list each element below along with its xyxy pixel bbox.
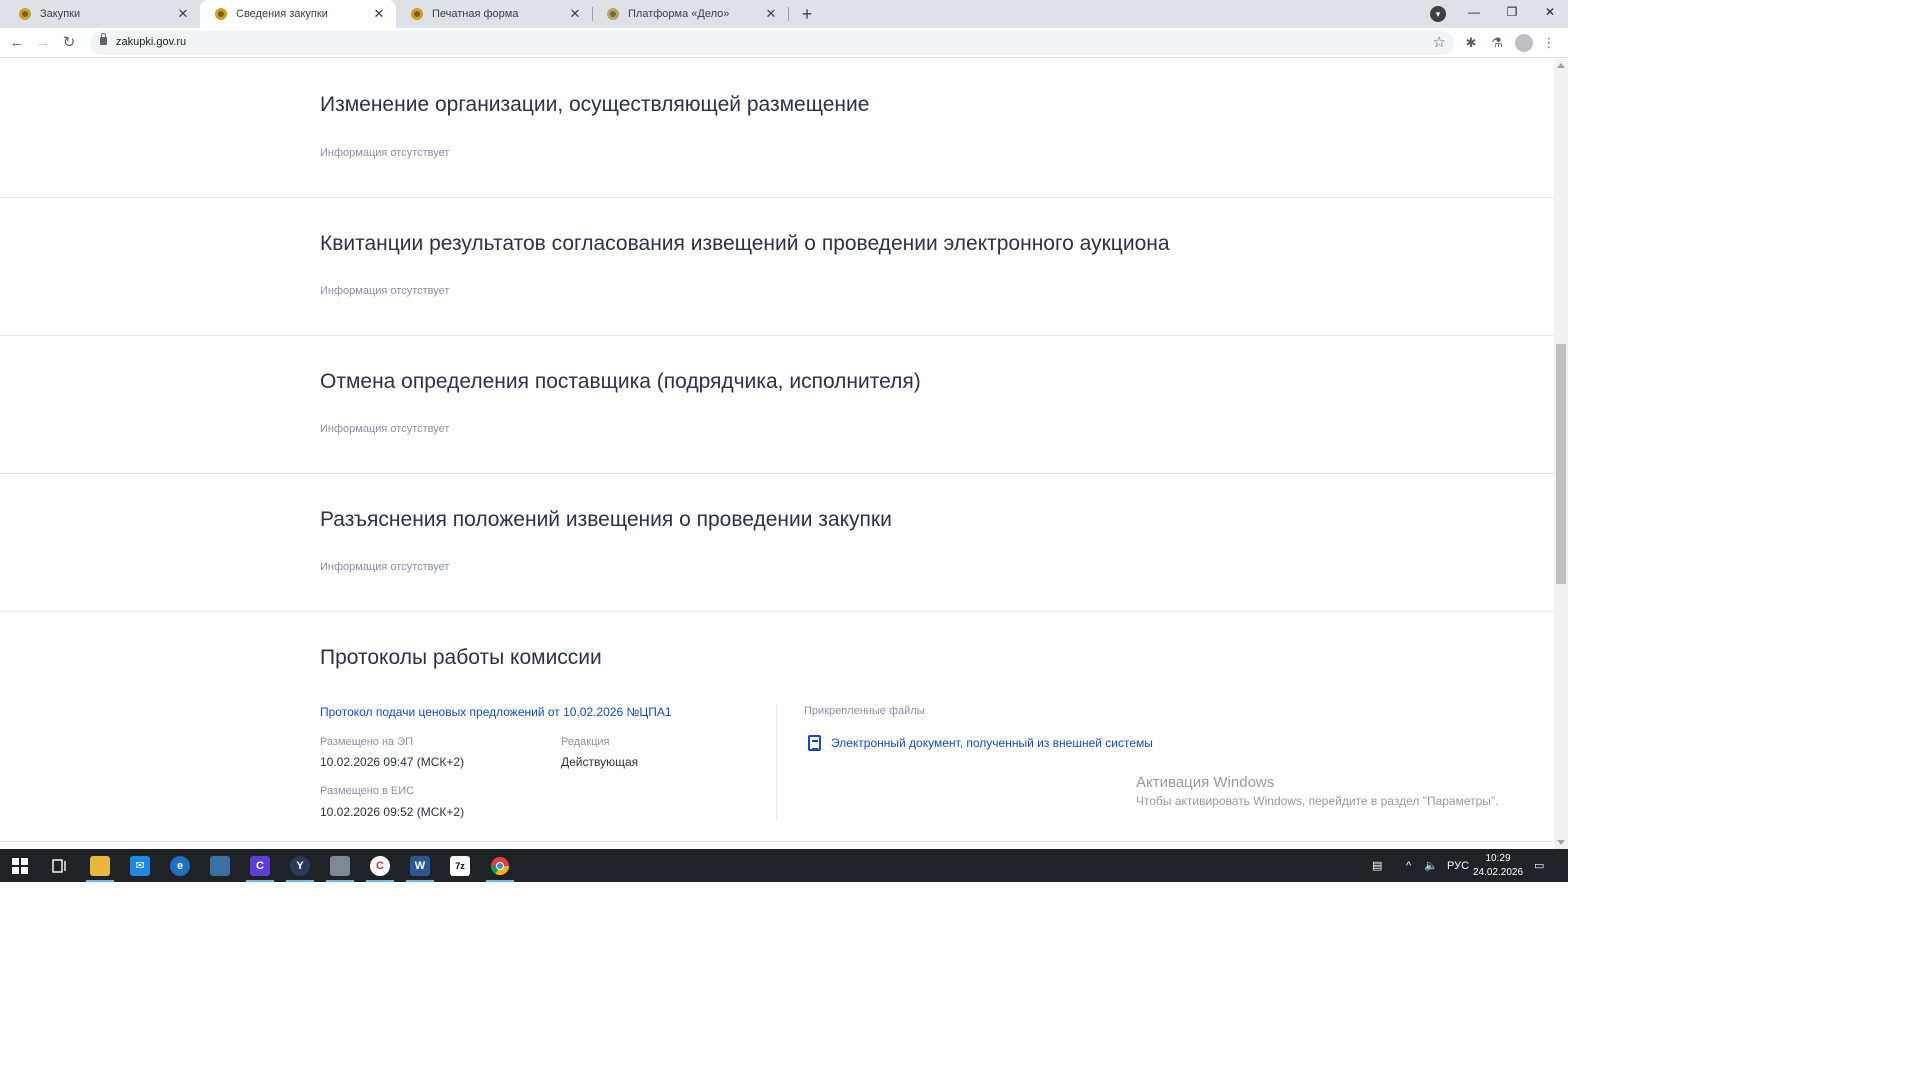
document-icon — [808, 735, 821, 751]
clock-time: 10:29 — [1485, 853, 1511, 864]
taskbar-clock[interactable]: 10:29 24.02.2026 — [1470, 852, 1526, 880]
windows-taskbar: ✉ e C Y C W 7z ▤ ^ 🔈 РУС 10:29 24.02.202… — [0, 849, 1568, 882]
forward-arrow-icon[interactable]: → — [33, 33, 53, 53]
tab-platforma-delo[interactable]: Платформа «Дело» ✕ — [592, 0, 788, 28]
extensions-puzzle-icon[interactable]: ✱ — [1462, 34, 1480, 52]
address-bar[interactable]: zakupki.gov.ru ☆ — [90, 31, 1454, 55]
section-cancellation: Отмена определения поставщика (подрядчик… — [0, 336, 1554, 474]
emblem-icon — [410, 7, 424, 21]
tab-title: Платформа «Дело» — [628, 8, 730, 20]
edge-browser-icon[interactable]: e — [160, 849, 200, 882]
bookmark-star-icon[interactable]: ☆ — [1433, 33, 1446, 51]
restore-icon[interactable]: ❐ — [1494, 0, 1530, 28]
volume-icon[interactable]: 🔈 — [1424, 849, 1438, 882]
word-icon[interactable]: W — [400, 849, 440, 882]
file-link[interactable]: Электронный документ, полученный из внеш… — [831, 736, 1153, 750]
page-scrollbar[interactable] — [1554, 59, 1568, 849]
menu-dots-icon[interactable]: ⋮ — [1540, 34, 1558, 52]
scrollbar-thumb[interactable] — [1556, 344, 1566, 584]
emblem-icon — [18, 7, 32, 21]
attached-files-label: Прикрепленные файлы — [804, 705, 925, 717]
7zip-icon[interactable]: 7z — [440, 849, 480, 882]
url-text: zakupki.gov.ru — [116, 36, 187, 48]
activation-watermark-title: Активация Windows — [1136, 774, 1275, 791]
tab-close-icon[interactable]: ✕ — [568, 6, 582, 22]
minimize-icon[interactable]: — — [1456, 0, 1492, 28]
news-widget-icon[interactable]: ▤ — [1372, 849, 1382, 882]
page-content: Изменение организации, осуществляющей ра… — [0, 59, 1554, 849]
file-explorer-icon[interactable] — [80, 849, 120, 882]
language-indicator[interactable]: РУС — [1447, 849, 1469, 882]
tray-chevron-icon[interactable]: ^ — [1406, 849, 1411, 882]
yandex-browser-icon[interactable]: Y — [280, 849, 320, 882]
tab-zakupki[interactable]: Закупки ✕ — [4, 0, 200, 28]
browser-toolbar: ← → ↻ zakupki.gov.ru ☆ ✱ ⚗ ⋮ — [0, 28, 1568, 58]
lock-icon — [100, 33, 107, 45]
section-title: Протоколы работы комиссии — [320, 646, 602, 669]
labs-flask-icon[interactable]: ⚗ — [1488, 34, 1506, 52]
tab-separator — [788, 7, 789, 21]
notification-center-icon[interactable]: ▭ — [1534, 849, 1544, 882]
profile-avatar-icon[interactable] — [1515, 34, 1533, 52]
clock-date: 24.02.2026 — [1472, 867, 1524, 878]
tab-strip: Закупки ✕ Сведения закупки ✕ Печатная фо… — [0, 0, 1568, 28]
tab-title: Сведения закупки — [236, 8, 328, 20]
placed-ep-value: 10.02.2026 09:47 (МСК+2) — [320, 755, 465, 769]
empty-info-text: Информация отсутствует — [320, 147, 450, 159]
section-clarifications: Разъяснения положений извещения о провед… — [0, 474, 1554, 612]
section-title: Отмена определения поставщика (подрядчик… — [320, 370, 921, 393]
edition-label: Редакция — [561, 736, 610, 748]
placed-ep-label: Размещено на ЭП — [320, 736, 414, 748]
back-arrow-icon[interactable]: ← — [7, 33, 27, 53]
empty-info-text: Информация отсутствует — [320, 561, 450, 573]
new-tab-plus-icon[interactable]: + — [796, 3, 818, 25]
empty-info-text: Информация отсутствует — [320, 423, 450, 435]
tab-search-icon[interactable]: ▾ — [1430, 6, 1446, 22]
reload-icon[interactable]: ↻ — [59, 33, 79, 53]
tab-title: Печатная форма — [432, 8, 519, 20]
mail-icon[interactable]: ✉ — [120, 849, 160, 882]
task-view-icon[interactable] — [40, 849, 80, 882]
tab-close-icon[interactable]: ✕ — [176, 6, 190, 22]
close-window-icon[interactable]: ✕ — [1532, 0, 1568, 28]
section-title: Изменение организации, осуществляющей ра… — [320, 93, 870, 116]
emblem-icon — [214, 7, 228, 21]
tab-close-icon[interactable]: ✕ — [764, 6, 778, 22]
edition-value: Действующая — [561, 755, 639, 769]
section-receipts: Квитанции результатов согласования извещ… — [0, 198, 1554, 336]
empty-info-text: Информация отсутствует — [320, 285, 450, 297]
tab-title: Закупки — [40, 8, 81, 20]
c-app-icon[interactable]: C — [240, 849, 280, 882]
column-divider — [776, 704, 777, 820]
section-title: Разъяснения положений извещения о провед… — [320, 508, 892, 531]
start-windows-icon[interactable] — [0, 849, 40, 882]
scroll-down-arrow-icon[interactable] — [1557, 840, 1565, 845]
document-viewer-icon[interactable] — [320, 849, 360, 882]
c-red-app-icon[interactable]: C — [360, 849, 400, 882]
chrome-icon[interactable] — [480, 849, 520, 882]
section-title: Квитанции результатов согласования извещ… — [320, 232, 1170, 255]
tab-pechatnaya-forma[interactable]: Печатная форма ✕ — [396, 0, 592, 28]
tab-close-icon[interactable]: ✕ — [372, 6, 386, 22]
placed-eis-label: Размещено в ЕИС — [320, 785, 415, 797]
store-icon[interactable] — [200, 849, 240, 882]
placed-eis-value: 10.02.2026 09:52 (МСК+2) — [320, 805, 465, 819]
section-change-org: Изменение организации, осуществляющей ра… — [0, 59, 1554, 198]
tab-svedeniya-zakupki[interactable]: Сведения закупки ✕ — [200, 0, 396, 28]
scroll-up-arrow-icon[interactable] — [1557, 63, 1565, 68]
protocol-link[interactable]: Протокол подачи ценовых предложений от 1… — [320, 705, 672, 719]
emblem-icon — [606, 7, 620, 21]
activation-watermark-text: Чтобы активировать Windows, перейдите в … — [1136, 794, 1499, 808]
